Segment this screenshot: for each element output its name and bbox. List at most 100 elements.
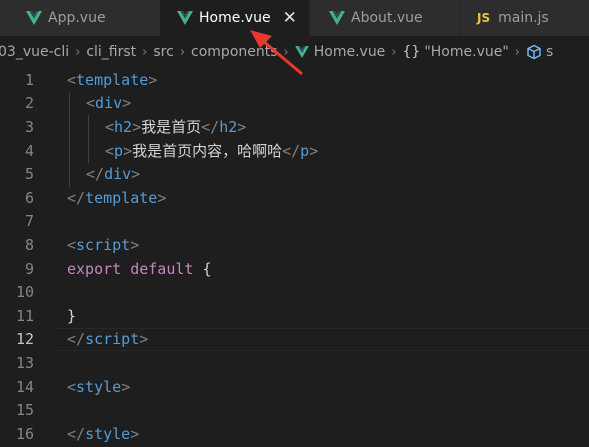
braces-icon: {} bbox=[402, 44, 421, 60]
token: 我是首页内容，哈啊哈 bbox=[132, 142, 283, 161]
token: > bbox=[237, 118, 247, 137]
code-line: 15 bbox=[0, 398, 589, 422]
token: < bbox=[105, 142, 115, 161]
line-number: 15 bbox=[15, 401, 34, 420]
code-line: 6 </template> bbox=[0, 186, 589, 210]
token: </ bbox=[67, 188, 86, 207]
token: export bbox=[67, 259, 122, 278]
js-icon: JS bbox=[477, 11, 491, 25]
token: h2 bbox=[219, 118, 238, 137]
line-number: 1 bbox=[24, 70, 34, 89]
line-number: 10 bbox=[15, 283, 34, 302]
token: > bbox=[157, 188, 167, 207]
token: > bbox=[139, 330, 149, 349]
token: { bbox=[202, 259, 212, 278]
token: template bbox=[76, 70, 149, 89]
token: < bbox=[86, 94, 96, 113]
breadcrumb-symbol[interactable]: "Home.vue" bbox=[424, 44, 508, 60]
line-number: 2 bbox=[24, 94, 34, 113]
line-number: 3 bbox=[24, 117, 34, 136]
code-line: 2 <div> bbox=[0, 92, 589, 116]
chevron-right-icon: › bbox=[514, 44, 520, 60]
token: div bbox=[104, 165, 132, 184]
token: p bbox=[114, 142, 124, 161]
token: > bbox=[132, 118, 142, 137]
token: > bbox=[122, 94, 132, 113]
token: </ bbox=[86, 165, 105, 184]
cube-icon bbox=[526, 44, 542, 60]
token: h2 bbox=[114, 118, 133, 137]
line-number: 12 bbox=[15, 330, 34, 349]
vue-icon bbox=[177, 11, 193, 25]
code-line: 16 </style> bbox=[0, 422, 589, 446]
token: </ bbox=[67, 330, 86, 349]
code-line: 7 bbox=[0, 210, 589, 234]
code-line: 9 export default { bbox=[0, 257, 589, 281]
line-number: 11 bbox=[15, 306, 34, 325]
chevron-right-icon: › bbox=[391, 44, 397, 60]
tab-about-vue[interactable]: About.vue bbox=[310, 0, 459, 36]
line-number: 4 bbox=[24, 141, 34, 160]
vue-icon bbox=[294, 46, 309, 58]
tab-label: main.js bbox=[498, 10, 549, 26]
vue-icon bbox=[329, 11, 345, 25]
breadcrumb: 03_vue-cli › cli_first › src › component… bbox=[0, 36, 589, 68]
code-line: 4 <p>我是首页内容，哈啊哈</p> bbox=[0, 139, 589, 163]
token: style bbox=[85, 424, 131, 443]
token: < bbox=[67, 235, 77, 254]
line-number: 6 bbox=[24, 188, 34, 207]
token: > bbox=[130, 235, 140, 254]
vue-icon bbox=[26, 11, 42, 25]
code-line: 8 <script> bbox=[0, 233, 589, 257]
code-line: 3 <h2>我是首页</h2> bbox=[0, 115, 589, 139]
token: > bbox=[123, 142, 133, 161]
breadcrumb-item[interactable]: components bbox=[191, 44, 278, 60]
code-line: 14 <style> bbox=[0, 375, 589, 399]
token: </ bbox=[67, 424, 86, 443]
line-number: 7 bbox=[24, 212, 34, 231]
code-editor[interactable]: 1 <template> 2 <div> 3 <h2>我是首页</h2> 4 <… bbox=[0, 68, 589, 447]
token: 我是首页 bbox=[141, 118, 202, 137]
code-line: 10 bbox=[0, 280, 589, 304]
token: > bbox=[131, 165, 141, 184]
token: p bbox=[300, 142, 310, 161]
code-line: 5 </div> bbox=[0, 162, 589, 186]
code-line: 11 } bbox=[0, 304, 589, 328]
token: < bbox=[105, 118, 115, 137]
code-line-current: 12 </script> bbox=[0, 327, 589, 352]
tab-home-vue[interactable]: Home.vue ✕ bbox=[160, 0, 309, 36]
breadcrumb-item[interactable]: cli_first bbox=[86, 44, 136, 60]
line-number: 14 bbox=[15, 377, 34, 396]
breadcrumb-item[interactable]: 03_vue-cli bbox=[0, 44, 69, 60]
token: > bbox=[121, 377, 131, 396]
breadcrumb-item[interactable]: s bbox=[546, 44, 553, 60]
token: } bbox=[67, 306, 77, 325]
line-number: 9 bbox=[24, 259, 34, 278]
token: > bbox=[148, 70, 158, 89]
token: < bbox=[67, 377, 77, 396]
tab-bar: App.vue Home.vue ✕ About.vue JS main.js bbox=[0, 0, 589, 36]
breadcrumb-item[interactable]: src bbox=[153, 44, 173, 60]
token: < bbox=[67, 70, 77, 89]
token: template bbox=[85, 188, 158, 207]
token: style bbox=[76, 377, 122, 396]
token: script bbox=[76, 235, 131, 254]
tab-app-vue[interactable]: App.vue bbox=[0, 0, 160, 36]
line-number: 5 bbox=[24, 165, 34, 184]
token: > bbox=[309, 142, 319, 161]
tab-label: App.vue bbox=[48, 10, 106, 26]
line-number: 16 bbox=[15, 424, 34, 443]
line-number: 13 bbox=[15, 353, 34, 372]
tab-label: Home.vue bbox=[199, 10, 271, 26]
token: default bbox=[130, 259, 194, 278]
close-icon[interactable]: ✕ bbox=[283, 8, 297, 28]
token: > bbox=[130, 424, 140, 443]
code-line: 1 <template> bbox=[0, 68, 589, 92]
token: </ bbox=[282, 142, 301, 161]
chevron-right-icon: › bbox=[142, 44, 148, 60]
tab-main-js[interactable]: JS main.js bbox=[460, 0, 589, 36]
code-line: 13 bbox=[0, 351, 589, 375]
chevron-right-icon: › bbox=[75, 44, 81, 60]
token: script bbox=[85, 330, 140, 349]
breadcrumb-file[interactable]: Home.vue bbox=[314, 44, 386, 60]
